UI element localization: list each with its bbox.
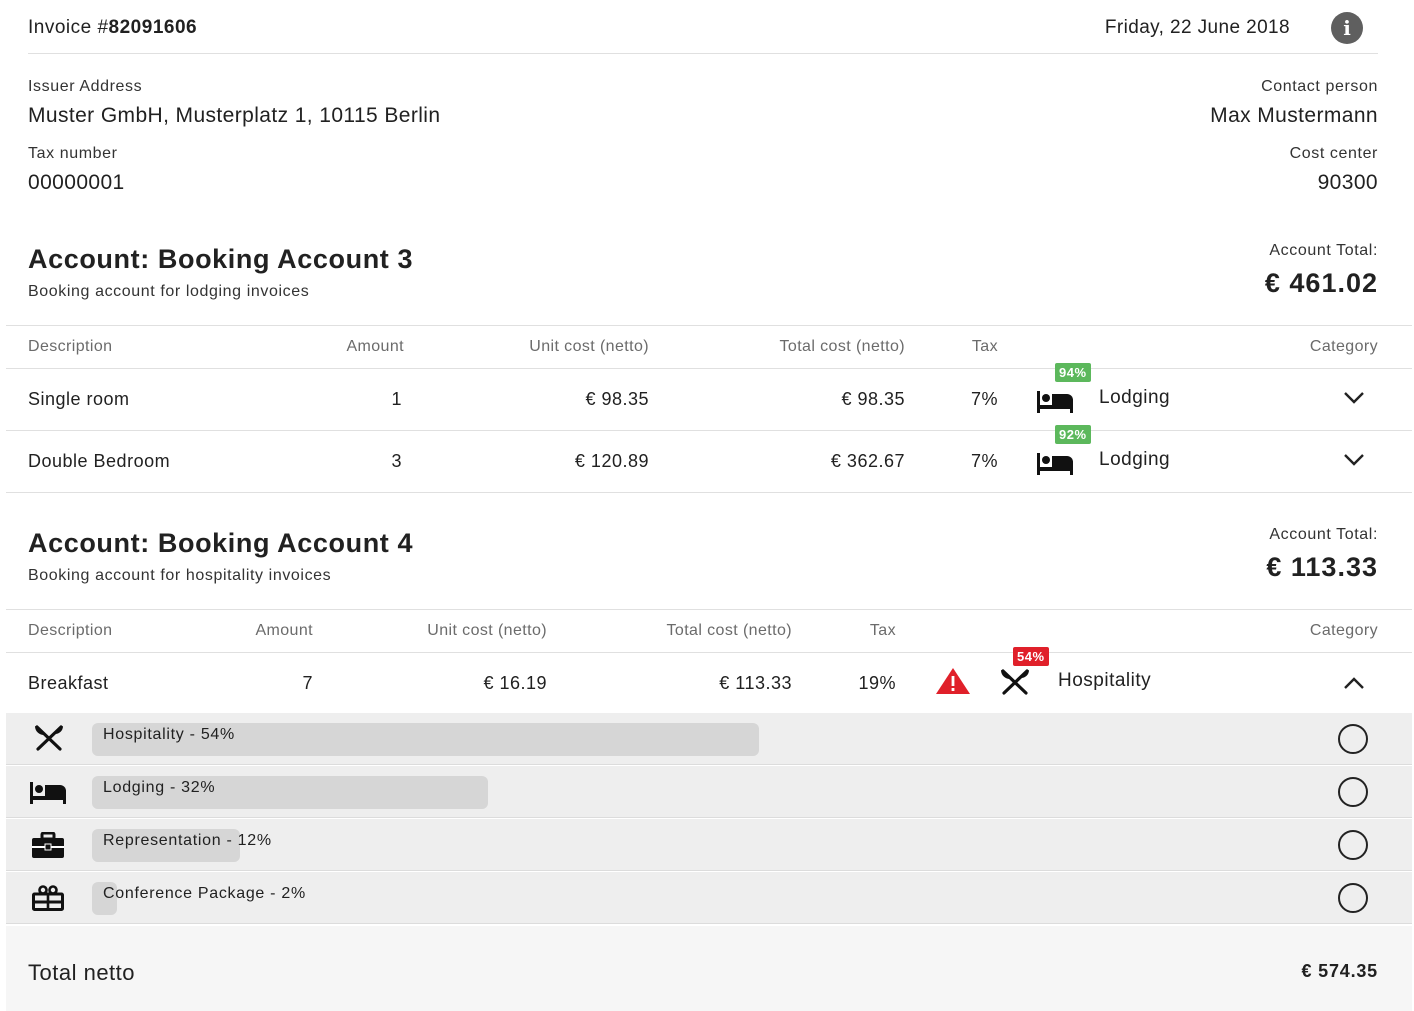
warning-icon[interactable] (935, 667, 971, 695)
contact-person: Max Mustermann (1210, 104, 1378, 127)
col-tax: Tax (971, 338, 998, 355)
confidence-badge: 54% (1013, 647, 1049, 666)
tax-number-label: Tax number (28, 145, 118, 162)
bed-icon (30, 780, 66, 804)
row-unit-cost: € 16.19 (483, 673, 547, 693)
suggestion-label: Hospitality - 54% (103, 726, 235, 743)
col-category: Category (1309, 622, 1378, 639)
row-description: Breakfast (28, 673, 109, 693)
divider (6, 609, 1412, 610)
account-total-label: Account Total: (1269, 242, 1378, 259)
row-category: Lodging (1099, 449, 1171, 470)
chevron-down-icon[interactable] (1343, 453, 1365, 467)
col-unit-cost: Unit cost (netto) (529, 338, 649, 355)
row-tax: 7% (970, 451, 998, 471)
category-suggestion[interactable]: Hospitality - 54% (6, 713, 1412, 765)
row-category: Hospitality (1058, 670, 1152, 691)
account-total: € 461.02 (1264, 268, 1378, 298)
row-description: Double Bedroom (28, 451, 171, 471)
category-suggestion[interactable]: Conference Package - 2% (6, 872, 1412, 924)
cutlery-icon (34, 725, 64, 751)
table-row[interactable]: Breakfast 7 € 16.19 € 113.33 19% 54% Hos… (6, 647, 1412, 713)
category-suggestion[interactable]: Lodging - 32% (6, 766, 1412, 818)
row-total-cost: € 362.67 (830, 451, 905, 471)
col-total-cost: Total cost (netto) (779, 338, 905, 355)
issuer-address-label: Issuer Address (28, 78, 143, 95)
table-row[interactable]: Single room 1 € 98.35 € 98.35 7% 94% Lod… (6, 363, 1412, 430)
cutlery-icon (1000, 669, 1030, 695)
invoice-page: Invoice #82091606 Friday, 22 June 2018 i… (6, 0, 1412, 1011)
divider (28, 53, 1378, 54)
invoice-prefix: Invoice # (28, 17, 109, 38)
row-category: Lodging (1099, 387, 1171, 408)
row-amount: 3 (391, 451, 402, 471)
account-title: Account: Booking Account 3 (28, 244, 414, 274)
briefcase-icon (32, 832, 64, 858)
invoice-number: 82091606 (108, 17, 198, 38)
total-netto-label: Total netto (28, 960, 136, 985)
contact-label: Contact person (1261, 78, 1378, 95)
divider (6, 325, 1412, 326)
col-tax: Tax (869, 622, 896, 639)
col-amount: Amount (346, 338, 404, 355)
row-total-cost: € 113.33 (719, 673, 792, 693)
row-amount: 7 (302, 673, 313, 693)
tax-number: 00000001 (28, 171, 125, 194)
suggestion-label: Lodging - 32% (103, 779, 216, 796)
table-row[interactable]: Double Bedroom 3 € 120.89 € 362.67 7% 92… (6, 425, 1412, 492)
invoice-title: Invoice #82091606 (28, 17, 197, 39)
total-netto: € 574.35 (1301, 961, 1378, 981)
suggestion-label: Conference Package - 2% (103, 885, 306, 902)
row-unit-cost: € 98.35 (585, 389, 649, 409)
col-amount: Amount (255, 622, 313, 639)
bed-icon (1037, 451, 1073, 475)
suggestion-radio[interactable] (1338, 777, 1368, 807)
suggestion-radio[interactable] (1338, 883, 1368, 913)
total-band: Total netto € 574.35 (6, 926, 1412, 1011)
account-subtitle: Booking account for lodging invoices (28, 283, 310, 300)
confidence-badge: 94% (1055, 363, 1091, 382)
chevron-up-icon[interactable] (1343, 676, 1365, 690)
suggestion-radio[interactable] (1338, 724, 1368, 754)
suggestion-radio[interactable] (1338, 830, 1368, 860)
confidence-badge: 92% (1055, 425, 1091, 444)
bed-icon (1037, 389, 1073, 413)
suggestion-label: Representation - 12% (103, 832, 272, 849)
account-total-label: Account Total: (1269, 526, 1378, 543)
col-total-cost: Total cost (netto) (666, 622, 792, 639)
chevron-down-icon[interactable] (1343, 391, 1365, 405)
divider (6, 492, 1412, 493)
row-unit-cost: € 120.89 (574, 451, 649, 471)
cost-center: 90300 (1317, 171, 1378, 194)
row-description: Single room (28, 389, 130, 409)
gift-icon (32, 885, 64, 911)
info-icon[interactable]: i (1331, 12, 1363, 44)
col-category: Category (1309, 338, 1378, 355)
row-tax: 7% (970, 389, 998, 409)
col-description: Description (28, 338, 113, 355)
row-tax: 19% (858, 673, 896, 693)
col-unit-cost: Unit cost (netto) (427, 622, 547, 639)
category-suggestion[interactable]: Representation - 12% (6, 819, 1412, 871)
account-subtitle: Booking account for hospitality invoices (28, 567, 332, 584)
account-title: Account: Booking Account 4 (28, 528, 414, 558)
issuer-address: Muster GmbH, Musterplatz 1, 10115 Berlin (28, 104, 441, 127)
row-amount: 1 (391, 389, 402, 409)
row-total-cost: € 98.35 (841, 389, 905, 409)
cost-center-label: Cost center (1289, 145, 1378, 162)
col-description: Description (28, 622, 113, 639)
invoice-date: Friday, 22 June 2018 (1104, 17, 1290, 38)
account-total: € 113.33 (1266, 552, 1378, 582)
